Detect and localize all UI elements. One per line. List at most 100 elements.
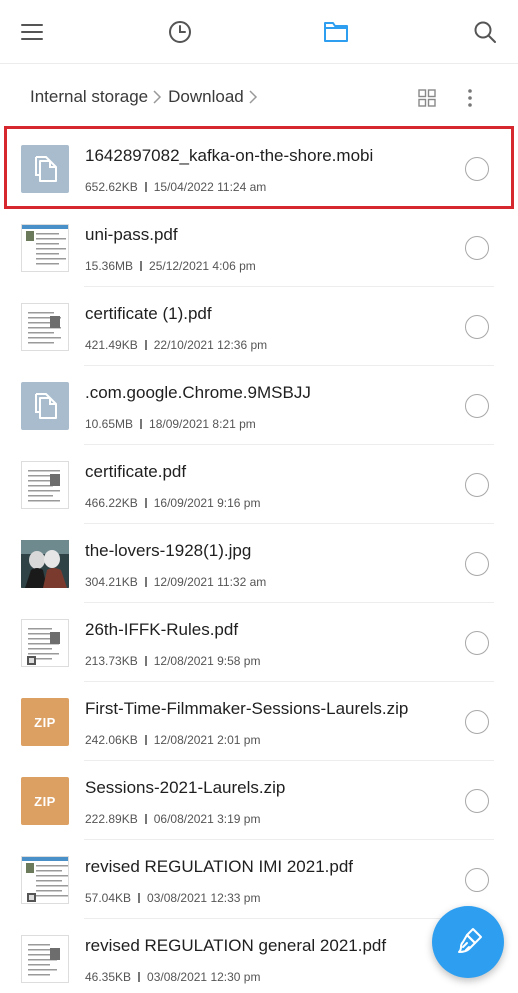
file-row[interactable]: ZIP Sessions-2021-Laurels.zip 222.89KB 06/0… <box>0 761 518 840</box>
file-meta: 466.22KB 16/09/2021 9:16 pm <box>85 496 260 510</box>
file-list: 1642897082_kafka-on-the-shore.mobi 652.62… <box>0 129 518 993</box>
file-name: certificate (1).pdf <box>85 304 212 323</box>
file-row[interactable]: .com.google.Chrome.9MSBJJ 10.65MB 18/09/20… <box>0 366 518 445</box>
pdf-thumbnail <box>21 303 69 351</box>
file-size: 421.49KB <box>85 338 138 352</box>
meta-separator <box>144 814 147 824</box>
folder-icon[interactable] <box>318 14 354 50</box>
file-date: 12/08/2021 2:01 pm <box>153 733 261 747</box>
file-row[interactable]: 26th-IFFK-Rules.pdf 213.73KB 12/08/2021 9:… <box>0 603 518 682</box>
breadcrumb: Internal storage Download <box>30 87 264 107</box>
file-name: 26th-IFFK-Rules.pdf <box>85 620 239 639</box>
meta-separator <box>140 261 143 271</box>
select-checkbox[interactable] <box>465 631 489 655</box>
file-date: 18/09/2021 8:21 pm <box>149 417 256 431</box>
pdf-thumbnail <box>21 461 69 509</box>
path-bar: Internal storage Download <box>0 65 518 131</box>
file-date: 16/09/2021 9:16 pm <box>153 496 261 510</box>
file-date: 15/04/2022 11:24 am <box>153 180 267 194</box>
file-size: 213.73KB <box>85 654 138 668</box>
recent-clock-icon[interactable] <box>162 14 198 50</box>
select-checkbox[interactable] <box>465 473 489 497</box>
file-date: 12/08/2021 9:58 pm <box>153 654 261 668</box>
file-row[interactable]: ZIP First-Time-Filmmaker-Sessions-Laurels… <box>0 682 518 761</box>
file-meta: 46.35KB 03/08/2021 12:30 pm <box>85 970 260 984</box>
zip-badge-label: ZIP <box>34 793 56 809</box>
file-meta: 57.04KB 03/08/2021 12:33 pm <box>85 891 260 905</box>
pdf-thumbnail <box>21 224 69 272</box>
file-row[interactable]: uni-pass.pdf 15.36MB 25/12/2021 4:06 pm <box>0 208 518 287</box>
file-name: revised REGULATION IMI 2021.pdf <box>85 857 354 876</box>
grid-view-icon[interactable] <box>412 83 442 113</box>
file-size: 242.06KB <box>85 733 138 747</box>
menu-icon[interactable] <box>14 14 50 50</box>
file-name: First-Time-Filmmaker-Sessions-Laurels.zi… <box>85 699 409 718</box>
file-name: uni-pass.pdf <box>85 225 178 244</box>
file-name: Sessions-2021-Laurels.zip <box>85 778 286 797</box>
file-meta: 421.49KB 22/10/2021 12:36 pm <box>85 338 267 352</box>
file-meta: 10.65MB 18/09/2021 8:21 pm <box>85 417 256 431</box>
file-meta: 15.36MB 25/12/2021 4:06 pm <box>85 259 256 273</box>
document-icon <box>21 145 69 193</box>
file-name: certificate.pdf <box>85 462 187 481</box>
file-row[interactable]: the-lovers-1928(1).jpg 304.21KB 12/09/2021… <box>0 524 518 603</box>
file-meta: 304.21KB 12/09/2021 11:32 am <box>85 575 266 589</box>
image-thumbnail <box>21 540 69 588</box>
file-size: 652.62KB <box>85 180 138 194</box>
meta-separator <box>138 893 141 903</box>
file-row[interactable]: 1642897082_kafka-on-the-shore.mobi 652.62… <box>0 129 518 208</box>
select-checkbox[interactable] <box>465 789 489 813</box>
file-name: 1642897082_kafka-on-the-shore.mobi <box>85 146 374 165</box>
meta-separator <box>144 577 147 587</box>
file-size: 222.89KB <box>85 812 138 826</box>
select-checkbox[interactable] <box>465 394 489 418</box>
select-checkbox[interactable] <box>465 236 489 260</box>
select-checkbox[interactable] <box>465 868 489 892</box>
more-options-icon[interactable] <box>455 83 485 113</box>
file-size: 46.35KB <box>85 970 132 984</box>
select-checkbox[interactable] <box>465 710 489 734</box>
file-date: 25/12/2021 4:06 pm <box>149 259 256 273</box>
zip-icon: ZIP <box>21 698 69 746</box>
breadcrumb-download[interactable]: Download <box>168 87 244 107</box>
file-date: 12/09/2021 11:32 am <box>153 575 267 589</box>
meta-separator <box>144 735 147 745</box>
file-meta: 213.73KB 12/08/2021 9:58 pm <box>85 654 260 668</box>
file-meta: 222.89KB 06/08/2021 3:19 pm <box>85 812 260 826</box>
broom-clean-icon[interactable] <box>432 906 504 978</box>
meta-separator <box>144 656 147 666</box>
file-meta: 652.62KB 15/04/2022 11:24 am <box>85 180 266 194</box>
pdf-thumbnail <box>21 856 69 904</box>
zip-badge-label: ZIP <box>34 714 56 730</box>
file-size: 57.04KB <box>85 891 132 905</box>
select-checkbox[interactable] <box>465 315 489 339</box>
file-meta: 242.06KB 12/08/2021 2:01 pm <box>85 733 260 747</box>
search-icon[interactable] <box>467 14 503 50</box>
file-row[interactable]: certificate.pdf 466.22KB 16/09/2021 9:16 p… <box>0 445 518 524</box>
zip-icon: ZIP <box>21 777 69 825</box>
select-checkbox[interactable] <box>465 552 489 576</box>
breadcrumb-internal-storage[interactable]: Internal storage <box>30 87 148 107</box>
chevron-right-icon <box>151 90 165 104</box>
file-row[interactable]: certificate (1).pdf 421.49KB 22/10/2021 12… <box>0 287 518 366</box>
file-size: 466.22KB <box>85 496 138 510</box>
meta-separator <box>144 498 147 508</box>
meta-separator <box>138 972 141 982</box>
file-row[interactable]: revised REGULATION IMI 2021.pdf 57.04KB 03… <box>0 840 518 919</box>
select-checkbox[interactable] <box>465 157 489 181</box>
pdf-thumbnail <box>21 619 69 667</box>
meta-separator <box>144 182 147 192</box>
pdf-thumbnail <box>21 935 69 983</box>
file-size: 304.21KB <box>85 575 138 589</box>
file-name: revised REGULATION general 2021.pdf <box>85 936 387 955</box>
file-date: 06/08/2021 3:19 pm <box>153 812 261 826</box>
chevron-right-icon <box>247 90 261 104</box>
file-size: 10.65MB <box>85 417 134 431</box>
document-icon <box>21 382 69 430</box>
file-name: .com.google.Chrome.9MSBJJ <box>85 383 311 402</box>
meta-separator <box>144 340 147 350</box>
file-date: 22/10/2021 12:36 pm <box>153 338 268 352</box>
file-date: 03/08/2021 12:33 pm <box>147 891 261 905</box>
top-app-bar <box>0 0 518 64</box>
file-size: 15.36MB <box>85 259 134 273</box>
